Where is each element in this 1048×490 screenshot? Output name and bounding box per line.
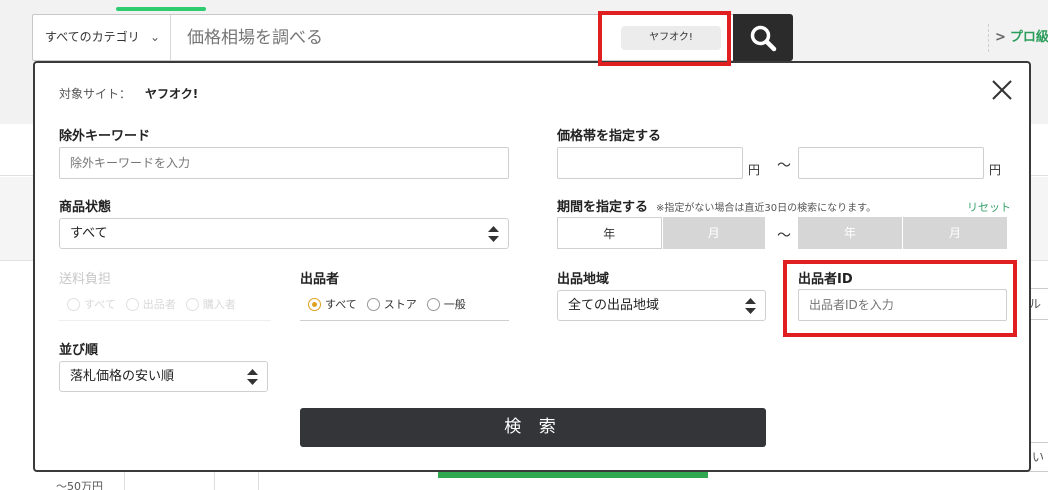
exclude-keyword-input[interactable] [59,147,509,179]
highlight-box-seller-id [783,260,1017,337]
shipping-label: 送料負担 [59,272,112,287]
price-range-label: 価格帯を指定する [557,129,662,144]
sort-label: 並び順 [59,343,99,358]
pro-link[interactable]: > プロ級 [988,24,1048,52]
category-select-label: すべてのカテゴリ [45,30,140,44]
target-site: 対象サイト： ヤフオク! [59,87,199,101]
range-separator: 〜 [777,158,791,174]
shipping-radio-group: すべて 出品者 購入者 [67,296,246,312]
seller-type-underline [300,320,509,321]
price-min-input[interactable] [557,147,743,179]
updown-arrows-icon [488,226,499,242]
close-button[interactable] [989,77,1015,103]
shipping-option-seller: 出品者 [125,296,176,312]
shipping-underline [59,320,271,321]
price-max-input[interactable] [798,147,984,179]
period-note: ※指定がない場合は直近30日の検索になります。 [656,203,877,214]
condition-select[interactable]: すべて [59,218,509,249]
period-end-month[interactable]: 月 [902,217,1007,249]
search-button[interactable] [733,14,793,61]
table-divider [258,472,259,490]
period-start-segment: 年 月 [557,217,765,249]
radio-checked-icon [308,297,321,311]
region-select[interactable]: 全ての出品地域 [557,290,766,321]
sort-select[interactable]: 落札価格の安い順 [59,361,268,392]
updown-arrows-icon [247,369,258,385]
shipping-option-buyer: 購入者 [185,296,236,312]
region-label: 出品地域 [557,272,610,287]
background-green-cells [438,472,708,478]
period-start-year[interactable]: 年 [557,217,662,249]
seller-type-radio-group: すべて ストア 一般 [308,296,476,312]
shipping-option-all: すべて [67,296,116,312]
period-start-month[interactable]: 月 [661,217,765,249]
yen-unit: 円 [748,163,761,177]
seller-option-general[interactable]: 一般 [426,296,466,312]
period-end-year[interactable]: 年 [798,217,902,249]
condition-select-value: すべて [70,226,108,241]
reset-link[interactable]: リセット [967,199,1011,215]
sort-select-value: 落札価格の安い順 [70,369,175,384]
close-icon [992,80,1012,100]
radio-icon [185,297,199,311]
seller-type-label: 出品者 [300,272,340,287]
radio-icon [366,297,380,311]
yen-unit: 円 [989,163,1002,177]
radio-icon [426,297,440,311]
period-label: 期間を指定する ※指定がない場合は直近30日の検索になります。 [557,200,877,215]
seller-option-store[interactable]: ストア [366,296,417,312]
table-divider [124,472,125,490]
category-select[interactable]: すべてのカテゴリ ⌄ [33,15,171,60]
search-input[interactable] [173,15,593,60]
table-divider [214,472,215,490]
range-separator: 〜 [777,228,791,244]
highlight-box-site-chip [598,11,731,66]
submit-search-button[interactable]: 検 索 [300,408,766,447]
exclude-keyword-label: 除外キーワード [59,129,151,144]
condition-label: 商品状態 [59,200,112,215]
target-site-value: ヤフオク! [145,87,199,101]
price-range-cell: 〜50万円 [56,480,103,490]
region-select-value: 全ての出品地域 [568,298,660,313]
seller-option-all[interactable]: すべて [308,296,357,312]
updown-arrows-icon [745,298,756,314]
period-end-segment: 年 月 [798,217,1007,249]
chevron-down-icon: ⌄ [149,30,160,44]
radio-icon [67,297,80,311]
active-tab-indicator [116,7,206,11]
radio-icon [125,297,139,311]
search-icon [750,25,777,51]
chevron-right-icon: > [995,30,1006,45]
